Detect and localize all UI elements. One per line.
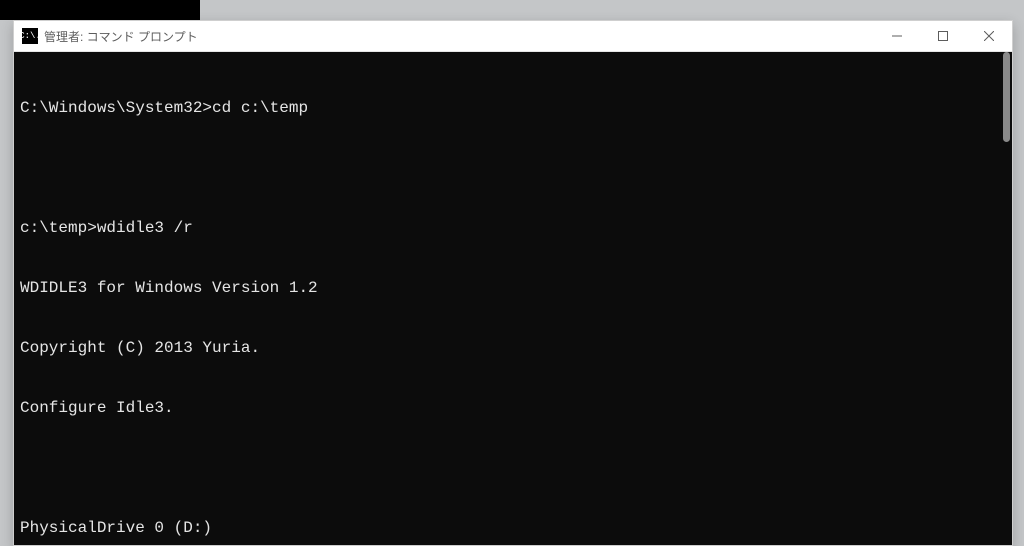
command-prompt-window: C:\. 管理者: コマンド プロンプト C:\Windows\System32… bbox=[13, 20, 1013, 546]
titlebar[interactable]: C:\. 管理者: コマンド プロンプト bbox=[14, 21, 1012, 52]
scrollbar-thumb[interactable] bbox=[1003, 52, 1010, 142]
prompt-line: c:\temp>wdidle3 /r bbox=[14, 218, 1012, 238]
output-line: PhysicalDrive 0 (D:) bbox=[14, 518, 1012, 538]
maximize-button[interactable] bbox=[920, 21, 966, 51]
close-button[interactable] bbox=[966, 21, 1012, 51]
minimize-button[interactable] bbox=[874, 21, 920, 51]
output-line: WDIDLE3 for Windows Version 1.2 bbox=[14, 278, 1012, 298]
output-line: Configure Idle3. bbox=[14, 398, 1012, 418]
window-title: 管理者: コマンド プロンプト bbox=[44, 28, 198, 45]
output-line: Copyright (C) 2013 Yuria. bbox=[14, 338, 1012, 358]
cmd-icon: C:\. bbox=[22, 28, 38, 44]
terminal-area[interactable]: C:\Windows\System32>cd c:\temp c:\temp>w… bbox=[14, 52, 1012, 545]
prompt-line: C:\Windows\System32>cd c:\temp bbox=[14, 98, 1012, 118]
window-controls bbox=[874, 21, 1012, 51]
